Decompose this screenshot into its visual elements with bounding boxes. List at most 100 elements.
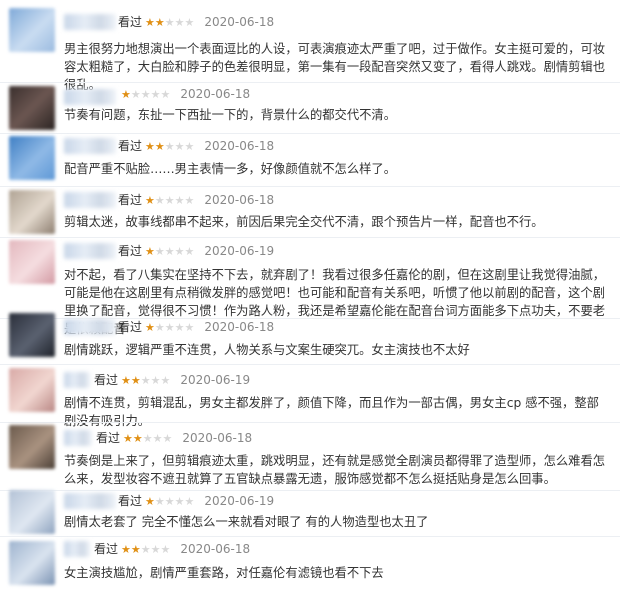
star-filled-icon: ★ — [121, 88, 131, 101]
comment-feed: { "watched_label": "看过", "colors": { "st… — [0, 0, 620, 612]
username[interactable] — [64, 430, 92, 446]
star-filled-icon: ★ — [145, 16, 155, 29]
comment-date: 2020-06-18 — [204, 193, 275, 207]
watched-label: 看过 — [118, 15, 143, 29]
divider — [0, 490, 620, 491]
star-empty-icon: ★ — [184, 16, 195, 29]
rating-stars: ★★★★★ — [145, 495, 194, 508]
star-empty-icon: ★ — [164, 245, 175, 258]
watched-label: 看过 — [118, 494, 143, 508]
username[interactable] — [64, 14, 116, 30]
star-empty-icon: ★ — [164, 321, 175, 334]
avatar[interactable] — [9, 8, 55, 52]
username[interactable] — [64, 138, 116, 154]
star-empty-icon: ★ — [160, 543, 171, 556]
rating-stars: ★★★★★ — [145, 245, 194, 258]
star-empty-icon: ★ — [184, 321, 195, 334]
star-empty-icon: ★ — [142, 432, 153, 445]
username[interactable] — [64, 319, 116, 335]
username[interactable] — [64, 192, 116, 208]
comment-text: 剧情跳跃，逻辑严重不连贯，人物关系与文案生硬突兀。女主演技也不太好 — [64, 343, 470, 357]
star-filled-icon: ★ — [145, 321, 155, 334]
avatar[interactable] — [9, 490, 55, 534]
rating-stars: ★★★★★ — [121, 543, 170, 556]
divider — [0, 422, 620, 423]
username[interactable] — [64, 372, 90, 388]
username[interactable] — [64, 541, 90, 557]
comment-meta: 看过 ★★★★★ 2020-06-19 — [118, 243, 274, 260]
rating-stars: ★★★★★ — [145, 140, 194, 153]
divider — [0, 82, 620, 83]
star-filled-icon: ★ — [132, 432, 143, 445]
star-empty-icon: ★ — [174, 495, 185, 508]
comment-meta: 看过 ★★★★★ 2020-06-18 — [118, 14, 274, 31]
comment-meta: 看过 ★★★★★ 2020-06-18 — [96, 430, 252, 447]
comment-text: 剪辑太迷，故事线都串不起来，前因后果完全交代不清，跟个预告片一样，配音也不行。 — [64, 215, 544, 229]
comment-text: 节奏倒是上来了，但剪辑痕迹太重，跳戏明显，还有就是感觉全剧演员都得罪了造型师，怎… — [64, 454, 606, 486]
divider — [0, 364, 620, 365]
star-filled-icon: ★ — [121, 543, 131, 556]
star-filled-icon: ★ — [123, 432, 133, 445]
star-empty-icon: ★ — [152, 432, 163, 445]
star-empty-icon: ★ — [130, 88, 141, 101]
star-empty-icon: ★ — [162, 432, 173, 445]
star-empty-icon: ★ — [150, 88, 161, 101]
comment-date: 2020-06-18 — [204, 320, 275, 334]
rating-stars: ★★★★★ — [145, 194, 194, 207]
star-empty-icon: ★ — [174, 194, 185, 207]
star-empty-icon: ★ — [184, 495, 195, 508]
comment-date: 2020-06-19 — [204, 494, 275, 508]
comment-meta: 看过 ★★★★★ 2020-06-18 — [94, 541, 250, 558]
watched-label: 看过 — [94, 542, 119, 556]
star-filled-icon: ★ — [154, 140, 165, 153]
avatar[interactable] — [9, 86, 55, 130]
star-empty-icon: ★ — [174, 140, 185, 153]
star-empty-icon: ★ — [160, 374, 171, 387]
rating-stars: ★★★★★ — [121, 88, 170, 101]
star-empty-icon: ★ — [150, 374, 161, 387]
comment-text: 剧情不连贯，剪辑混乱，男女主都发胖了，颜值下降，而且作为一部古偶，男女主cp 感… — [64, 396, 599, 428]
comment-meta: 看过 ★★★★★ 2020-06-19 — [94, 372, 250, 389]
username[interactable] — [64, 89, 116, 105]
star-filled-icon: ★ — [145, 140, 155, 153]
avatar[interactable] — [9, 240, 55, 284]
star-filled-icon: ★ — [130, 374, 141, 387]
comment-text: 节奏有问题，东扯一下西扯一下的，背景什么的都交代不清。 — [64, 108, 397, 122]
star-filled-icon: ★ — [145, 194, 155, 207]
divider — [0, 133, 620, 134]
comment-date: 2020-06-18 — [182, 431, 253, 445]
star-empty-icon: ★ — [174, 16, 185, 29]
rating-stars: ★★★★★ — [123, 432, 172, 445]
comment-text: 剧情太老套了 完全不懂怎么一来就看对眼了 有的人物造型也太丑了 — [64, 515, 429, 529]
comment-date: 2020-06-19 — [180, 373, 251, 387]
username[interactable] — [64, 243, 116, 259]
divider — [0, 237, 620, 238]
star-empty-icon: ★ — [164, 495, 175, 508]
comment-text: 女主演技尴尬，剧情严重套路，对任嘉伦有滤镜也看不下去 — [64, 566, 384, 580]
comment-date: 2020-06-18 — [204, 139, 275, 153]
comment-date: 2020-06-18 — [180, 542, 251, 556]
avatar[interactable] — [9, 368, 55, 412]
username[interactable] — [64, 493, 116, 509]
comment-date: 2020-06-18 — [180, 87, 251, 101]
watched-label: 看过 — [118, 244, 143, 258]
avatar[interactable] — [9, 190, 55, 234]
star-empty-icon: ★ — [184, 245, 195, 258]
comment-meta: 看过 ★★★★★ 2020-06-18 — [118, 192, 274, 209]
star-empty-icon: ★ — [164, 140, 175, 153]
star-empty-icon: ★ — [184, 140, 195, 153]
star-empty-icon: ★ — [140, 374, 151, 387]
star-empty-icon: ★ — [174, 245, 185, 258]
star-filled-icon: ★ — [154, 16, 165, 29]
avatar[interactable] — [9, 136, 55, 180]
comment-meta: ★★★★★ 2020-06-18 — [118, 86, 250, 103]
avatar[interactable] — [9, 425, 55, 469]
star-empty-icon: ★ — [154, 245, 165, 258]
watched-label: 看过 — [94, 373, 119, 387]
star-empty-icon: ★ — [154, 495, 165, 508]
watched-label: 看过 — [118, 139, 143, 153]
avatar[interactable] — [9, 541, 55, 585]
avatar[interactable] — [9, 313, 55, 357]
star-empty-icon: ★ — [160, 88, 171, 101]
star-empty-icon: ★ — [154, 321, 165, 334]
